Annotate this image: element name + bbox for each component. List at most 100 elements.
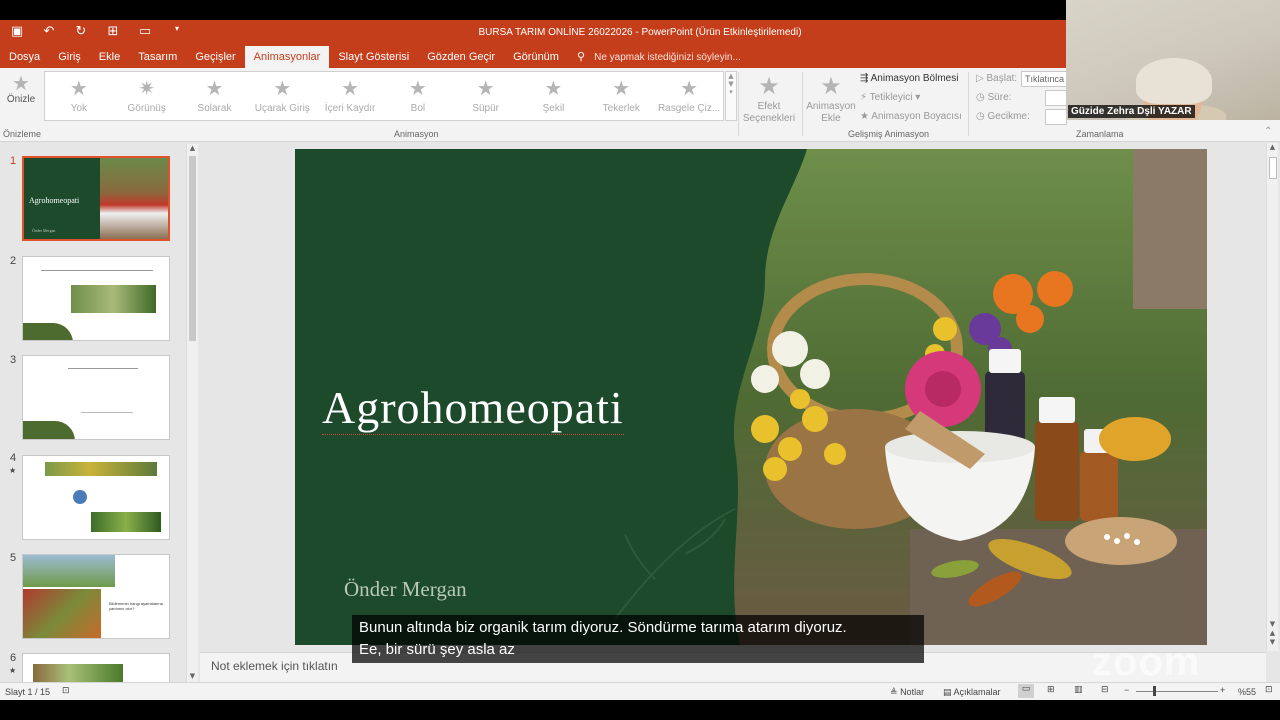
comments-label: Açıklamalar [953,687,1001,697]
trigger-button[interactable]: ⚡ Tetikleyici ▾ [860,92,920,103]
tab-review[interactable]: Gözden Geçir [418,46,504,68]
animation-label: Uçarak Giriş [254,103,310,114]
start-select[interactable]: Tıklatınca [1021,71,1067,87]
thumbnails-scrollbar[interactable]: ▲ ▼ [186,144,198,682]
reading-view-icon[interactable]: ▥ [1074,685,1083,695]
title-bar: ▣ ↶ ↻ ⊞ ▭ ▾ BURSA TARIM ONLİNE 26022026 … [0,20,1066,46]
thumb-text: Bildirmenin hangi aşamalarına yardımcı o… [109,601,163,611]
chevron-down-icon: ▾ [915,92,921,103]
star-icon: ★ [273,76,292,100]
wooden-fence [1133,149,1207,309]
normal-view-icon[interactable]: ▭ [1018,684,1034,698]
scroll-thumb[interactable] [189,156,196,341]
thumb-photo [33,664,123,682]
tab-design[interactable]: Tasarım [129,46,186,68]
zoom-in-icon[interactable]: + [1220,685,1225,695]
participant-video: Güzide Zehra Dşli YAZAR [1066,0,1280,120]
slide-thumbnail-2[interactable] [22,256,170,341]
zoom-slider-thumb[interactable] [1153,686,1156,696]
zoom-slider[interactable] [1136,691,1218,692]
animation-painter-button[interactable]: ★ Animasyon Boyacısı [860,111,962,122]
animation-fly-in[interactable]: ★ Uçarak Giriş [248,72,316,120]
group-separator [968,72,969,136]
slide-thumbnail-3[interactable] [22,355,170,440]
notes-button[interactable]: ≜ Notlar [890,687,924,698]
add-animation-line2: Ekle [821,113,841,124]
slide-thumbnail-1[interactable]: Agrohomeopati Önder Mergan [22,156,170,241]
tab-animations[interactable]: Animasyonlar [244,46,330,68]
star-icon: ★ [408,76,427,100]
fit-slide-icon[interactable]: ⊡ [1265,685,1273,695]
animation-random-bars[interactable]: ★ Rasgele Çiz... [655,72,723,120]
tab-home[interactable]: Giriş [49,46,90,68]
duration-input[interactable] [1045,90,1067,106]
play-icon: ▷ [976,73,984,84]
scroll-thumb[interactable] [1269,157,1277,179]
tell-me-text: Ne yapmak istediğinizi söyleyin... [594,52,741,63]
slideshow-icon[interactable]: ⊟ [1101,685,1109,695]
thumb-number: 1 [10,155,17,167]
effect-options-line1: Efekt [757,101,781,112]
animation-appear[interactable]: ✷ Görünüş [113,72,181,120]
thumb-line [41,270,153,271]
delay-input[interactable] [1045,109,1067,125]
star-icon: ★ [476,76,495,100]
slide-title[interactable]: Agrohomeopati [322,381,624,435]
tab-view[interactable]: Görünüm [504,46,568,68]
tell-me-box[interactable]: ⚲ Ne yapmak istediğinizi söyleyin... [568,46,750,68]
start-label: ▷ Başlat: [976,73,1017,84]
thumb-number: 3 [10,354,17,366]
editor-scrollbar[interactable]: ▲ ▼ ▲ ▼ [1266,143,1278,651]
notes-icon: ≜ [890,688,898,698]
advanced-group-label: Gelişmiş Animasyon [848,129,930,139]
tab-transitions[interactable]: Geçişler [186,46,244,68]
wooden-dish [1065,517,1177,565]
animation-shape[interactable]: ★ Şekil [520,72,588,120]
comments-button[interactable]: ▤ Açıklamalar [943,687,1001,698]
effect-options-button[interactable]: ★ Efekt Seçenekleri [740,71,798,125]
amber-bottle-cap [1039,397,1075,423]
add-animation-line1: Animasyon [806,101,856,112]
caption-line-1: Bunun altında biz organik tarım diyoruz.… [359,619,847,636]
gallery-scroll[interactable]: ▲ ▼ ▾ [725,71,737,121]
bottom-letterbox [0,700,1280,720]
animation-split[interactable]: ★ Bol [384,72,452,120]
slide-sorter-icon[interactable]: ⊞ [1047,685,1055,695]
notes-placeholder[interactable]: Not eklemek için tıklatın [211,659,338,673]
scroll-down-icon: ▼ [189,672,196,680]
tab-file[interactable]: Dosya [0,46,49,68]
preview-group-label: Önizleme [3,129,42,139]
thumb-number: 4 [10,452,17,464]
thumb-number: 5 [10,552,17,564]
tab-insert[interactable]: Ekle [90,46,129,68]
zoom-level[interactable]: %55 [1238,687,1256,697]
thumb-leaf [23,323,73,340]
animation-float-in[interactable]: ★ İçeri Kaydır [316,72,384,120]
spellcheck-icon[interactable]: ⊡ [62,686,70,696]
animation-wipe[interactable]: ★ Süpür [452,72,520,120]
slide-thumbnail-5[interactable]: Bildirmenin hangi aşamalarına yardımcı o… [22,554,170,639]
bottle-cap [989,349,1021,373]
thumb-photo [45,462,157,476]
add-animation-button[interactable]: ★ Animasyon Ekle [804,71,858,125]
thumb-photo [91,512,161,532]
animation-label: Görünüş [127,103,166,114]
animation-wheel[interactable]: ★ Tekerlek [587,72,655,120]
star-icon: ★ [612,76,631,100]
animation-none[interactable]: ★ Yok [45,72,113,120]
animation-fade[interactable]: ★ Solarak [181,72,249,120]
animation-label: Bol [410,103,426,114]
slide-thumbnail-6[interactable] [22,653,170,683]
collapse-ribbon-icon[interactable]: ⌃ [1264,126,1272,137]
animation-painter-label: Animasyon Boyacısı [871,111,962,122]
slide-thumbnail-4[interactable] [22,455,170,540]
zoom-out-icon[interactable]: − [1124,685,1129,695]
animation-pane-button[interactable]: ⇶ Animasyon Bölmesi [860,73,958,84]
thumb-line [68,368,138,369]
preview-button[interactable]: ★ Önizle [4,72,38,105]
lightbulb-icon: ⚲ [576,50,586,63]
delay-label: ◷ Gecikme: [976,111,1030,122]
slide-author[interactable]: Önder Mergan [344,577,467,602]
tab-slideshow[interactable]: Slayt Gösterisi [329,46,418,68]
current-slide[interactable]: Agrohomeopati Önder Mergan [295,149,1207,645]
